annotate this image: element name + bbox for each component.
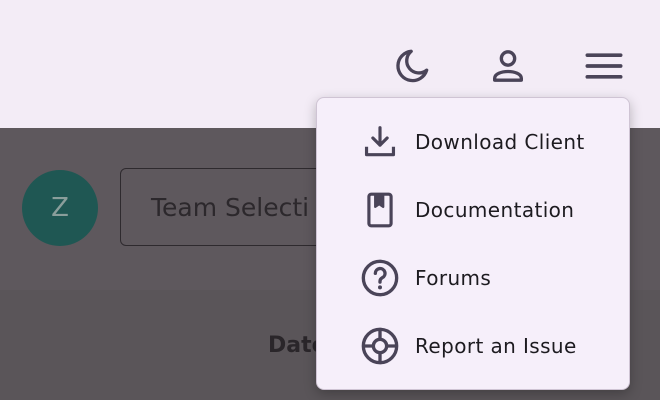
moon-icon [392, 46, 432, 86]
person-icon [488, 46, 528, 86]
menu-item-label: Forums [415, 266, 492, 290]
menu-item-documentation[interactable]: Documentation [317, 176, 629, 244]
menu-item-label: Download Client [415, 130, 585, 154]
account-button[interactable] [484, 42, 532, 90]
book-icon [359, 189, 401, 231]
download-icon [359, 121, 401, 163]
team-selector-placeholder: Team Selecti [151, 192, 310, 222]
avatar[interactable]: Z [22, 170, 98, 246]
dropdown-menu: Download Client Documentation Forums Rep… [316, 97, 630, 390]
theme-toggle-button[interactable] [388, 42, 436, 90]
menu-item-label: Documentation [415, 198, 575, 222]
menu-item-report-an-issue[interactable]: Report an Issue [317, 312, 629, 380]
hamburger-menu-icon [584, 46, 624, 86]
menu-item-label: Report an Issue [415, 334, 577, 358]
menu-item-forums[interactable]: Forums [317, 244, 629, 312]
menu-item-download-client[interactable]: Download Client [317, 108, 629, 176]
main-menu-button[interactable] [580, 42, 628, 90]
help-circle-icon [359, 257, 401, 299]
lifebuoy-icon [359, 325, 401, 367]
